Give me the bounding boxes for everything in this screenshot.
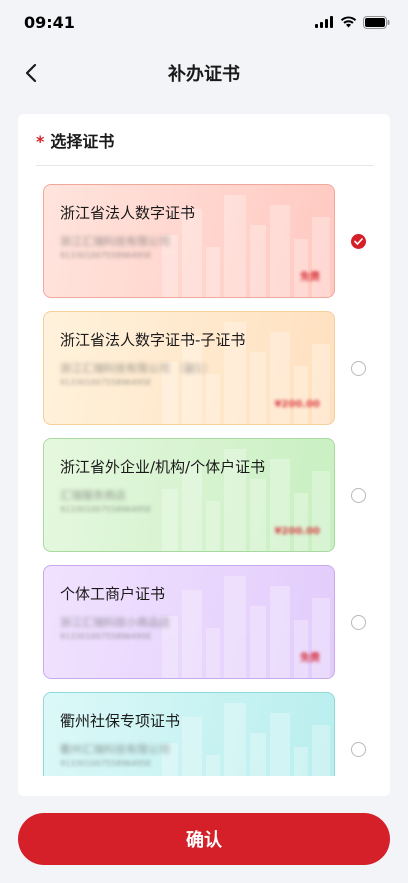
- certificate-holder: 浙江汇瑞科技有限公司 （副1）: [60, 362, 214, 375]
- status-time: 09:41: [24, 13, 75, 32]
- certificate-row: 浙江省外企业/机构/个体户证书 汇瑞服务商店 91330100755896495…: [18, 438, 390, 552]
- required-mark: *: [36, 132, 45, 151]
- certificate-holder: 汇瑞服务商店: [60, 489, 126, 502]
- certificate-list[interactable]: 浙江省法人数字证书 浙江汇瑞科技有限公司 91330100755896495E …: [18, 184, 390, 776]
- nav-bar: 补办证书: [0, 44, 408, 100]
- certificate-title: 衢州社保专项证书: [60, 712, 181, 730]
- certificate-card[interactable]: 浙江省法人数字证书-子证书 浙江汇瑞科技有限公司 （副1） 9133010075…: [43, 311, 335, 425]
- certificate-price: ¥200.00: [274, 399, 320, 410]
- certificate-holder: 浙江汇瑞科技小商品店: [60, 616, 170, 629]
- certificate-row: 浙江省法人数字证书 浙江汇瑞科技有限公司 91330100755896495E …: [18, 184, 390, 298]
- certificate-title: 浙江省外企业/机构/个体户证书: [60, 458, 266, 476]
- certificate-code: 91330100755896495E: [60, 378, 152, 387]
- certificate-code: 91330100755896495E: [60, 505, 152, 514]
- certificate-card[interactable]: 浙江省法人数字证书 浙江汇瑞科技有限公司 91330100755896495E …: [43, 184, 335, 298]
- certificate-row: 个体工商户证书 浙江汇瑞科技小商品店 91330100755896495E 免费: [18, 565, 390, 679]
- certificate-code: 91330100755896495E: [60, 759, 152, 768]
- radio-button[interactable]: [351, 234, 366, 249]
- check-icon: [354, 238, 363, 245]
- certificate-title: 个体工商户证书: [60, 585, 166, 603]
- certificate-holder: 衢州汇瑞科技有限公司: [60, 743, 170, 756]
- skyline-decoration: [162, 703, 330, 776]
- divider: [36, 165, 374, 166]
- certificate-card[interactable]: 衢州社保专项证书 衢州汇瑞科技有限公司 91330100755896495E: [43, 692, 335, 776]
- status-bar: 09:41: [0, 0, 408, 44]
- certificate-price: ¥200.00: [274, 526, 320, 537]
- certificate-title: 浙江省法人数字证书: [60, 204, 196, 222]
- certificate-price: 免费: [300, 653, 320, 664]
- certificate-card[interactable]: 浙江省外企业/机构/个体户证书 汇瑞服务商店 91330100755896495…: [43, 438, 335, 552]
- radio-button[interactable]: [351, 742, 366, 757]
- certificate-row: 浙江省法人数字证书-子证书 浙江汇瑞科技有限公司 （副1） 9133010075…: [18, 311, 390, 425]
- certificate-holder: 浙江汇瑞科技有限公司: [60, 235, 170, 248]
- signal-icon: [315, 16, 333, 28]
- section-title: 选择证书: [50, 132, 115, 151]
- confirm-button[interactable]: 确认: [18, 813, 390, 865]
- certificate-card[interactable]: 个体工商户证书 浙江汇瑞科技小商品店 91330100755896495E 免费: [43, 565, 335, 679]
- certificate-code: 91330100755896495E: [60, 251, 152, 260]
- certificate-row: 衢州社保专项证书 衢州汇瑞科技有限公司 91330100755896495E: [18, 692, 390, 776]
- radio-button[interactable]: [351, 488, 366, 503]
- battery-icon: [363, 15, 390, 29]
- radio-button[interactable]: [351, 361, 366, 376]
- certificate-panel: * 选择证书 浙江省法人数字证书 浙江汇瑞科技有限公司 9133010075589…: [18, 114, 390, 796]
- certificate-code: 91330100755896495E: [60, 632, 152, 641]
- radio-button[interactable]: [351, 615, 366, 630]
- page-title: 补办证书: [168, 64, 240, 85]
- certificate-title: 浙江省法人数字证书-子证书: [60, 331, 246, 349]
- section-header: * 选择证书: [36, 128, 114, 152]
- status-icons: [315, 15, 390, 29]
- wifi-icon: [340, 16, 357, 28]
- certificate-price: 免费: [300, 272, 320, 283]
